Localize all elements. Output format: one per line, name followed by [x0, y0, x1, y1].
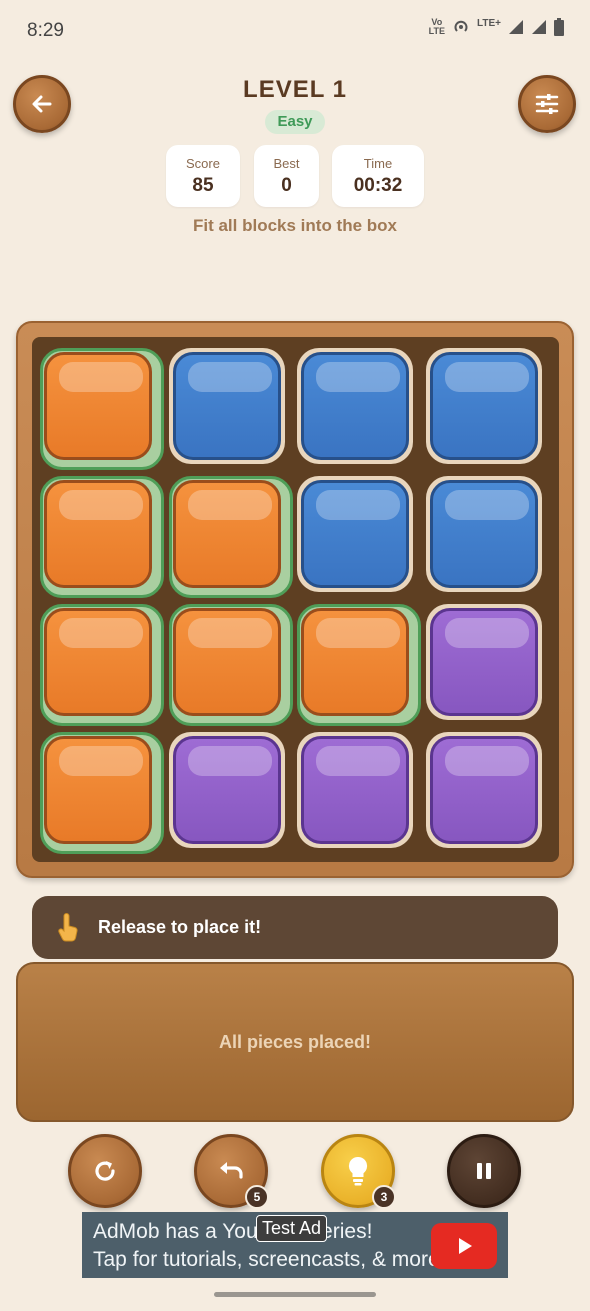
- score-card: Score 85: [166, 145, 240, 207]
- toast-text: Release to place it!: [98, 917, 262, 937]
- board-cell[interactable]: [40, 476, 164, 598]
- board-cell[interactable]: [425, 732, 542, 848]
- piece-tray: All pieces placed!: [16, 962, 574, 1122]
- undo-count-badge: 5: [245, 1185, 269, 1209]
- board-cell[interactable]: [425, 348, 542, 464]
- board-cell[interactable]: [40, 348, 164, 470]
- blue-block[interactable]: [429, 480, 538, 588]
- time-label: Time: [363, 156, 393, 171]
- blue-block[interactable]: [429, 352, 538, 460]
- purple-block[interactable]: [429, 608, 538, 716]
- best-card: Best 0: [254, 145, 319, 207]
- battery-icon: [554, 18, 564, 36]
- orange-block[interactable]: [172, 480, 281, 588]
- pointing-hand-icon: [54, 912, 84, 943]
- best-value: 0: [281, 175, 292, 196]
- blue-block[interactable]: [172, 352, 281, 460]
- board-cell[interactable]: [168, 348, 285, 464]
- home-indicator[interactable]: [214, 1292, 376, 1297]
- status-bar: 8:29 Vo LTE LTE+: [0, 0, 590, 62]
- undo-button[interactable]: 5: [194, 1134, 269, 1209]
- hint-count-badge: 3: [372, 1185, 396, 1209]
- hotspot-icon: [454, 20, 468, 32]
- time-card: Time 00:32: [332, 145, 424, 207]
- restart-icon: [95, 1161, 115, 1181]
- time-value: 00:32: [353, 175, 403, 196]
- pause-icon: [477, 1163, 491, 1179]
- level-title: LEVEL 1: [243, 76, 347, 103]
- hint-button[interactable]: 3: [321, 1134, 396, 1209]
- board-cell[interactable]: [297, 732, 413, 848]
- orange-block[interactable]: [44, 480, 152, 588]
- board-cell[interactable]: [40, 732, 164, 854]
- signal-icon-2: [532, 20, 546, 34]
- blue-block[interactable]: [301, 480, 409, 588]
- status-icons: Vo LTE LTE+: [429, 18, 564, 36]
- test-ad-label: Test Ad: [256, 1215, 328, 1242]
- youtube-play-icon[interactable]: [431, 1223, 497, 1269]
- lightbulb-icon: [348, 1156, 368, 1186]
- board-cell[interactable]: [297, 476, 413, 592]
- board-cell[interactable]: [168, 604, 293, 726]
- difficulty-badge: Easy: [265, 110, 325, 134]
- ad-banner[interactable]: AdMob has a YouTube series! Tap for tuto…: [82, 1212, 508, 1278]
- orange-block[interactable]: [44, 736, 152, 844]
- board-cell[interactable]: [297, 604, 421, 726]
- board-cell[interactable]: [425, 604, 542, 720]
- undo-icon: [220, 1162, 243, 1179]
- pause-button[interactable]: [447, 1134, 521, 1208]
- score-label: Score: [186, 156, 220, 171]
- orange-block[interactable]: [172, 608, 281, 716]
- board-cell[interactable]: [168, 732, 285, 848]
- instruction-text: Fit all blocks into the box: [192, 216, 398, 235]
- blue-block[interactable]: [301, 352, 409, 460]
- restart-button[interactable]: [68, 1134, 142, 1208]
- signal-icon-1: [509, 20, 523, 34]
- ad-subline: Tap for tutorials, screencasts, & more.: [93, 1248, 446, 1271]
- orange-block[interactable]: [44, 608, 152, 716]
- board-cell[interactable]: [168, 476, 293, 598]
- board-cell[interactable]: [40, 604, 164, 726]
- score-value: 85: [192, 175, 214, 196]
- status-time: 8:29: [27, 20, 64, 41]
- lte-indicator: LTE+: [477, 17, 501, 29]
- ad-headline: AdMob has a YouTube series!: [93, 1220, 373, 1243]
- tray-status-text: All pieces placed!: [218, 1032, 372, 1052]
- board-cell[interactable]: [297, 348, 413, 464]
- placement-toast: Release to place it!: [32, 896, 558, 959]
- volte-indicator: Vo LTE: [428, 17, 446, 36]
- purple-block[interactable]: [429, 736, 538, 844]
- orange-block[interactable]: [44, 352, 152, 460]
- purple-block[interactable]: [301, 736, 409, 844]
- orange-block[interactable]: [301, 608, 409, 716]
- board-cell[interactable]: [425, 476, 542, 592]
- purple-block[interactable]: [172, 736, 281, 844]
- best-label: Best: [273, 156, 300, 171]
